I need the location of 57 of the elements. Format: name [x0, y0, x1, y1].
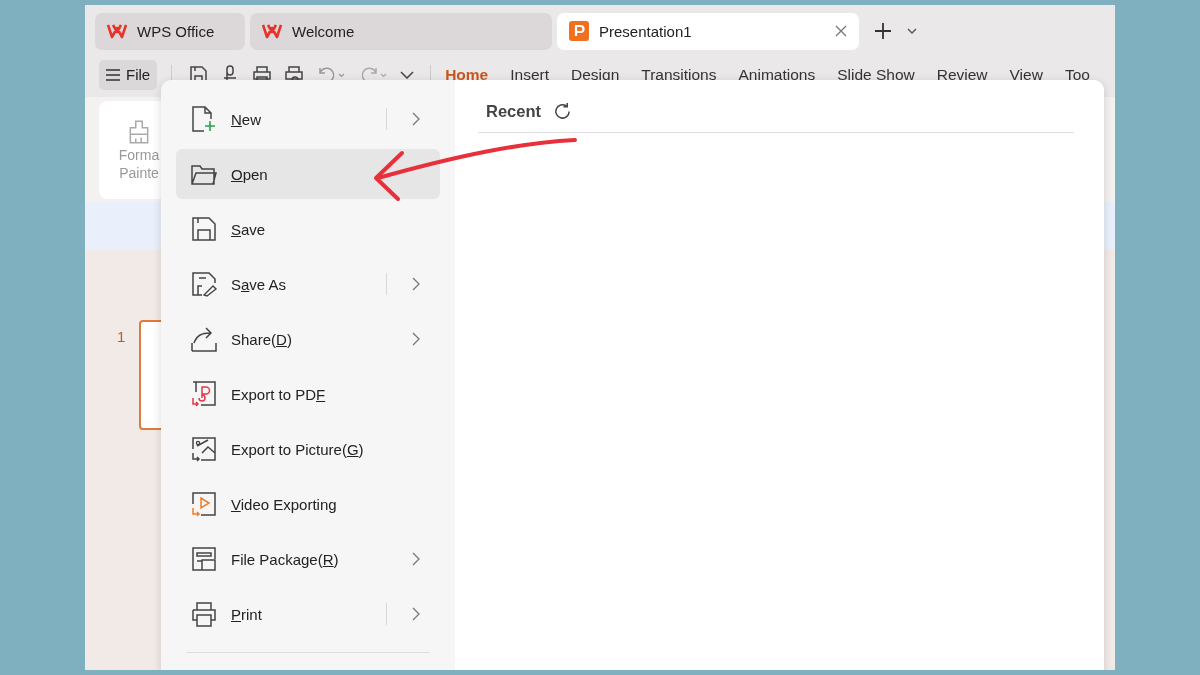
ribbon-tab[interactable]: Slide Show	[837, 65, 915, 84]
menu-item[interactable]: Save As	[176, 259, 440, 309]
menu-item[interactable]: Share(D)	[176, 314, 440, 364]
menu-item-label: Export to Picture(G)	[231, 440, 365, 458]
menu-item-label: Save	[231, 220, 267, 238]
menu-item[interactable]: Print	[176, 589, 440, 639]
document-tab[interactable]: WPS Office	[95, 12, 245, 50]
new-tab-icon[interactable]	[874, 22, 892, 40]
menu-item[interactable]: New	[176, 94, 440, 144]
w-logo-icon	[262, 23, 282, 39]
chevron-right-icon[interactable]	[412, 332, 420, 346]
menu-item[interactable]: Save	[176, 204, 440, 254]
file-menu-button[interactable]: File	[99, 59, 158, 90]
chevron-right-icon[interactable]	[412, 112, 420, 126]
share-icon	[190, 325, 218, 353]
tab-label: Presentation1	[599, 22, 693, 40]
save-icon	[190, 215, 218, 243]
menu-item[interactable]: Export to PDF	[176, 369, 440, 419]
video-export-icon	[190, 490, 218, 518]
menu-item-label: Save As	[231, 275, 288, 293]
menu-item-label: Share(D)	[231, 330, 293, 348]
chevron-right-icon[interactable]	[412, 277, 420, 291]
menu-item-label: Open	[231, 165, 269, 183]
document-tab[interactable]: Presentation1	[557, 12, 859, 50]
menu-item-label: Print	[231, 605, 263, 623]
close-icon[interactable]	[835, 25, 847, 37]
recent-heading: Recent	[486, 102, 542, 121]
save-as-icon	[190, 270, 218, 298]
refresh-icon[interactable]	[553, 102, 573, 121]
document-tab[interactable]: Welcome	[250, 12, 552, 50]
new-file-icon	[190, 105, 218, 133]
ribbon-tab[interactable]: Animations	[738, 65, 816, 84]
menu-icon	[106, 68, 120, 81]
tab-label: Welcome	[292, 22, 356, 40]
file-package-icon	[190, 545, 218, 573]
menu-item-label: New	[231, 110, 263, 128]
w-logo-icon	[107, 23, 127, 39]
ribbon-tab[interactable]: View	[1009, 65, 1043, 84]
menu-item-label: Video Exporting	[231, 495, 338, 513]
printer-icon	[190, 600, 218, 628]
pdf-export-icon	[190, 380, 218, 408]
chevron-right-icon[interactable]	[412, 552, 420, 566]
presentation-logo-icon	[569, 21, 589, 41]
menu-item[interactable]: Video Exporting	[176, 479, 440, 529]
caret-icon[interactable]	[907, 28, 917, 34]
menu-item[interactable]: Export to Picture(G)	[176, 424, 440, 474]
menu-item-label: File Package(R)	[231, 550, 340, 568]
slide-number: 1	[117, 328, 126, 345]
menu-item[interactable]: File Package(R)	[176, 534, 440, 584]
caret-icon[interactable]	[400, 70, 415, 79]
ribbon-tab[interactable]: Review	[936, 65, 988, 84]
menu-item[interactable]: Open	[176, 149, 440, 199]
chevron-right-icon[interactable]	[412, 607, 420, 621]
tab-label: WPS Office	[137, 22, 216, 40]
picture-export-icon	[190, 435, 218, 463]
menu-item-label: Export to PDF	[231, 385, 327, 403]
ribbon-tab[interactable]: Transitions	[641, 65, 717, 84]
